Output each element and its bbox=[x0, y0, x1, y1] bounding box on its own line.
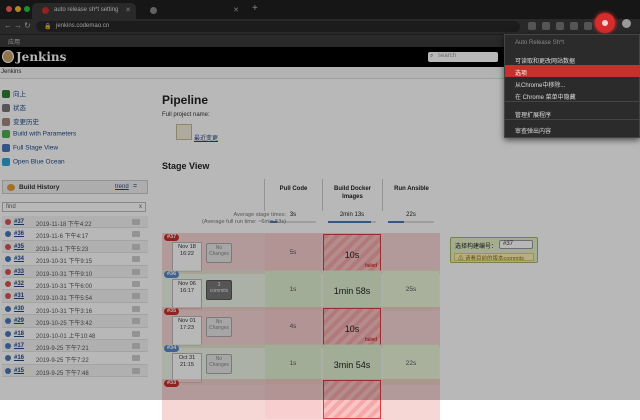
menu-item[interactable]: 在 Chrome 菜单中隐藏 bbox=[505, 89, 640, 101]
menu-separator bbox=[505, 119, 640, 120]
auto-release-extension-icon[interactable] bbox=[595, 13, 615, 33]
menu-item[interactable]: 选项 bbox=[505, 65, 640, 77]
menu-item[interactable]: 从Chrome中移除... bbox=[505, 77, 640, 89]
menu-separator bbox=[505, 101, 640, 102]
profile-avatar[interactable] bbox=[622, 19, 631, 28]
menu-item[interactable]: 管理扩展程序 bbox=[505, 107, 640, 119]
menu-item[interactable]: 审查弹出内容 bbox=[505, 123, 640, 135]
menu-item[interactable]: 可读取和更改网站数据 bbox=[505, 53, 640, 65]
extension-context-menu: Auto Release Sh*t 可读取和更改网站数据 选项 从Chrome中移除… bbox=[504, 34, 640, 138]
menu-header: Auto Release Sh*t bbox=[515, 40, 565, 46]
